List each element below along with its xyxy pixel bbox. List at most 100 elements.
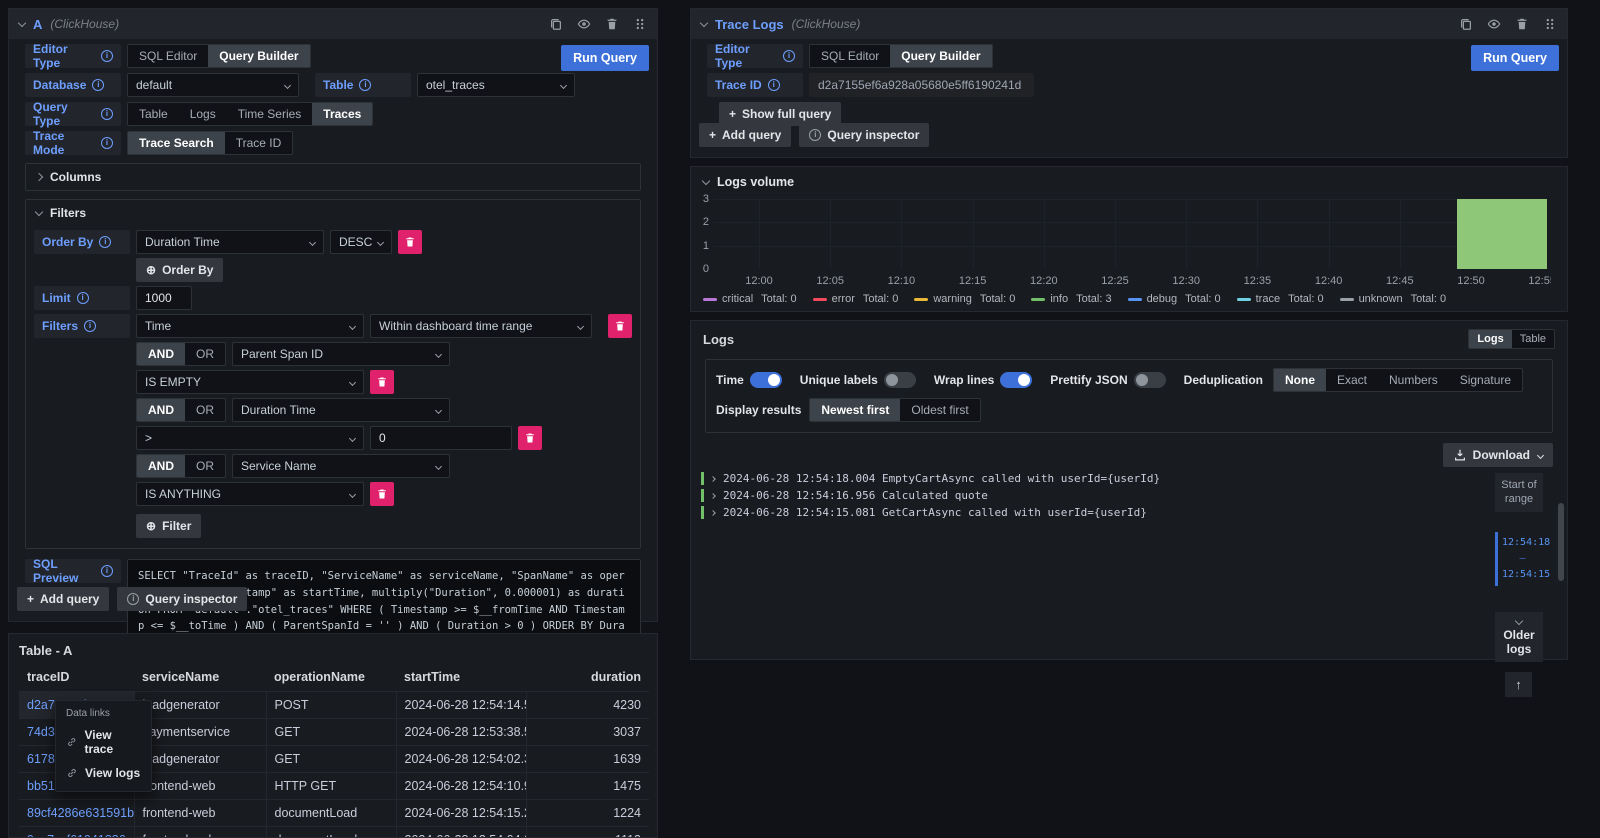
run-query-button[interactable]: Run Query — [1471, 45, 1559, 71]
condition-operator-select[interactable]: IS EMPTY — [136, 370, 364, 394]
log-row[interactable]: 2024-06-28 12:54:18.004 EmptyCartAsync c… — [701, 471, 1557, 486]
expand-chevron-icon[interactable] — [710, 510, 716, 516]
seg-option-and[interactable]: AND — [137, 399, 185, 421]
seg-option-table[interactable]: Table — [128, 103, 179, 125]
query-inspector-button[interactable]: iQuery inspector — [799, 123, 929, 147]
seg-option-table[interactable]: Table — [1512, 330, 1554, 348]
expand-chevron-icon[interactable] — [710, 476, 716, 482]
download-button[interactable]: Download — [1443, 443, 1553, 467]
seg-option-or[interactable]: OR — [185, 399, 225, 421]
remove-filter-button[interactable] — [608, 314, 632, 338]
add-query-button[interactable]: +Add query — [17, 587, 109, 611]
log-range-timestamps[interactable]: 12:54:18 — 12:54:15 — [1495, 532, 1543, 586]
add-order-by-button[interactable]: ⊕Order By — [136, 258, 223, 282]
seg-option-logs[interactable]: Logs — [179, 103, 227, 125]
condition-value-input[interactable] — [370, 426, 512, 450]
logs-volume-header[interactable]: Logs volume — [691, 167, 1567, 189]
seg-option-sql-editor[interactable]: SQL Editor — [128, 45, 208, 67]
drag-handle-icon[interactable] — [1543, 17, 1557, 31]
eye-icon[interactable] — [577, 17, 591, 31]
toggle-switch-prettify-json[interactable] — [1134, 372, 1166, 388]
seg-option-newest-first[interactable]: Newest first — [810, 399, 900, 421]
legend-item-warning[interactable]: warningTotal: 0 — [914, 293, 1015, 305]
trash-icon[interactable] — [605, 17, 619, 31]
seg-option-or[interactable]: OR — [185, 343, 225, 365]
filter-field-select[interactable]: Time — [136, 314, 364, 338]
toggle-switch-unique-labels[interactable] — [884, 372, 916, 388]
log-row[interactable]: 2024-06-28 12:54:15.081 GetCartAsync cal… — [701, 505, 1557, 520]
eye-icon[interactable] — [1487, 17, 1501, 31]
collapse-chevron-icon[interactable] — [18, 18, 26, 26]
run-query-button[interactable]: Run Query — [561, 45, 649, 71]
legend-item-critical[interactable]: criticalTotal: 0 — [703, 293, 797, 305]
toggle-switch-time[interactable] — [750, 372, 782, 388]
order-by-field-select[interactable]: Duration Time — [136, 230, 324, 254]
table-select[interactable]: otel_traces — [417, 73, 575, 97]
filters-section-header[interactable]: Filters — [26, 200, 640, 226]
condition-field-select[interactable]: Duration Time — [232, 398, 450, 422]
condition-field-select[interactable]: Service Name — [232, 454, 450, 478]
trash-icon[interactable] — [1515, 17, 1529, 31]
seg-option-time-series[interactable]: Time Series — [227, 103, 313, 125]
seg-option-and[interactable]: AND — [137, 455, 185, 477]
remove-condition-button[interactable] — [370, 370, 394, 394]
condition-field-select[interactable]: Parent Span ID — [232, 342, 450, 366]
seg-option-and[interactable]: AND — [137, 343, 185, 365]
seg-option-trace-search[interactable]: Trace Search — [128, 132, 225, 154]
database-select[interactable]: default — [127, 73, 299, 97]
legend-item-unknown[interactable]: unknownTotal: 0 — [1340, 293, 1447, 305]
seg-option-sql-editor[interactable]: SQL Editor — [810, 45, 890, 67]
seg-option-trace-id[interactable]: Trace ID — [225, 132, 293, 154]
seg-option-traces[interactable]: Traces — [312, 103, 372, 125]
trace-id-link[interactable]: 9ce7ccf61941886... — [19, 827, 134, 838]
legend-item-error[interactable]: errorTotal: 0 — [813, 293, 899, 305]
limit-input[interactable] — [136, 286, 192, 310]
column-header-startTime[interactable]: startTime — [396, 665, 526, 692]
remove-order-by-button[interactable] — [398, 230, 422, 254]
trace-id-field[interactable]: d2a7155ef6a928a05680e5ff6190241d — [809, 73, 1034, 97]
column-header-traceID[interactable]: traceID — [19, 665, 134, 692]
add-filter-button[interactable]: ⊕Filter — [136, 514, 201, 538]
copy-icon[interactable] — [549, 17, 563, 31]
view-logs-menu-item[interactable]: View logs — [56, 761, 151, 785]
plus-icon: + — [709, 128, 716, 142]
remove-condition-button[interactable] — [518, 426, 542, 450]
order-by-direction-select[interactable]: DESC — [330, 230, 392, 254]
seg-option-or[interactable]: OR — [185, 455, 225, 477]
seg-option-numbers[interactable]: Numbers — [1378, 369, 1449, 391]
seg-option-query-builder[interactable]: Query Builder — [890, 45, 991, 67]
legend-total: Total: 0 — [1411, 293, 1446, 305]
columns-section[interactable]: Columns — [25, 163, 641, 191]
scroll-to-top-button[interactable]: ↑ — [1505, 672, 1532, 697]
query-inspector-button[interactable]: iQuery inspector — [117, 587, 247, 611]
add-query-button[interactable]: +Add query — [699, 123, 791, 147]
seg-option-oldest-first[interactable]: Oldest first — [900, 399, 979, 421]
toggle-switch-wrap-lines[interactable] — [1000, 372, 1032, 388]
expand-chevron-icon[interactable] — [710, 493, 716, 499]
legend-swatch — [1031, 298, 1045, 301]
column-header-duration[interactable]: duration — [526, 665, 649, 692]
condition-operator-select[interactable]: IS ANYTHING — [136, 482, 364, 506]
condition-operator-select[interactable]: > — [136, 426, 364, 450]
seg-option-none[interactable]: None — [1274, 369, 1326, 391]
trace-id-link[interactable]: 89cf4286e631591b4... — [19, 800, 134, 827]
copy-icon[interactable] — [1459, 17, 1473, 31]
collapse-chevron-icon[interactable] — [700, 18, 708, 26]
remove-condition-button[interactable] — [370, 482, 394, 506]
seg-option-logs[interactable]: Logs — [1469, 330, 1511, 348]
log-row[interactable]: 2024-06-28 12:54:16.956 Calculated quote — [701, 488, 1557, 503]
seg-option-signature[interactable]: Signature — [1449, 369, 1522, 391]
filter-time-range-select[interactable]: Within dashboard time range — [370, 314, 592, 338]
scrollbar-thumb[interactable] — [1558, 503, 1564, 581]
plus-icon: + — [27, 592, 34, 606]
column-header-serviceName[interactable]: serviceName — [134, 665, 266, 692]
drag-handle-icon[interactable] — [633, 17, 647, 31]
legend-item-info[interactable]: infoTotal: 3 — [1031, 293, 1111, 305]
view-trace-menu-item[interactable]: View trace — [56, 723, 151, 761]
legend-item-debug[interactable]: debugTotal: 0 — [1128, 293, 1221, 305]
seg-option-query-builder[interactable]: Query Builder — [208, 45, 309, 67]
older-logs-button[interactable]: Older logs — [1495, 612, 1543, 663]
legend-item-trace[interactable]: traceTotal: 0 — [1237, 293, 1324, 305]
column-header-operationName[interactable]: operationName — [266, 665, 396, 692]
seg-option-exact[interactable]: Exact — [1326, 369, 1378, 391]
